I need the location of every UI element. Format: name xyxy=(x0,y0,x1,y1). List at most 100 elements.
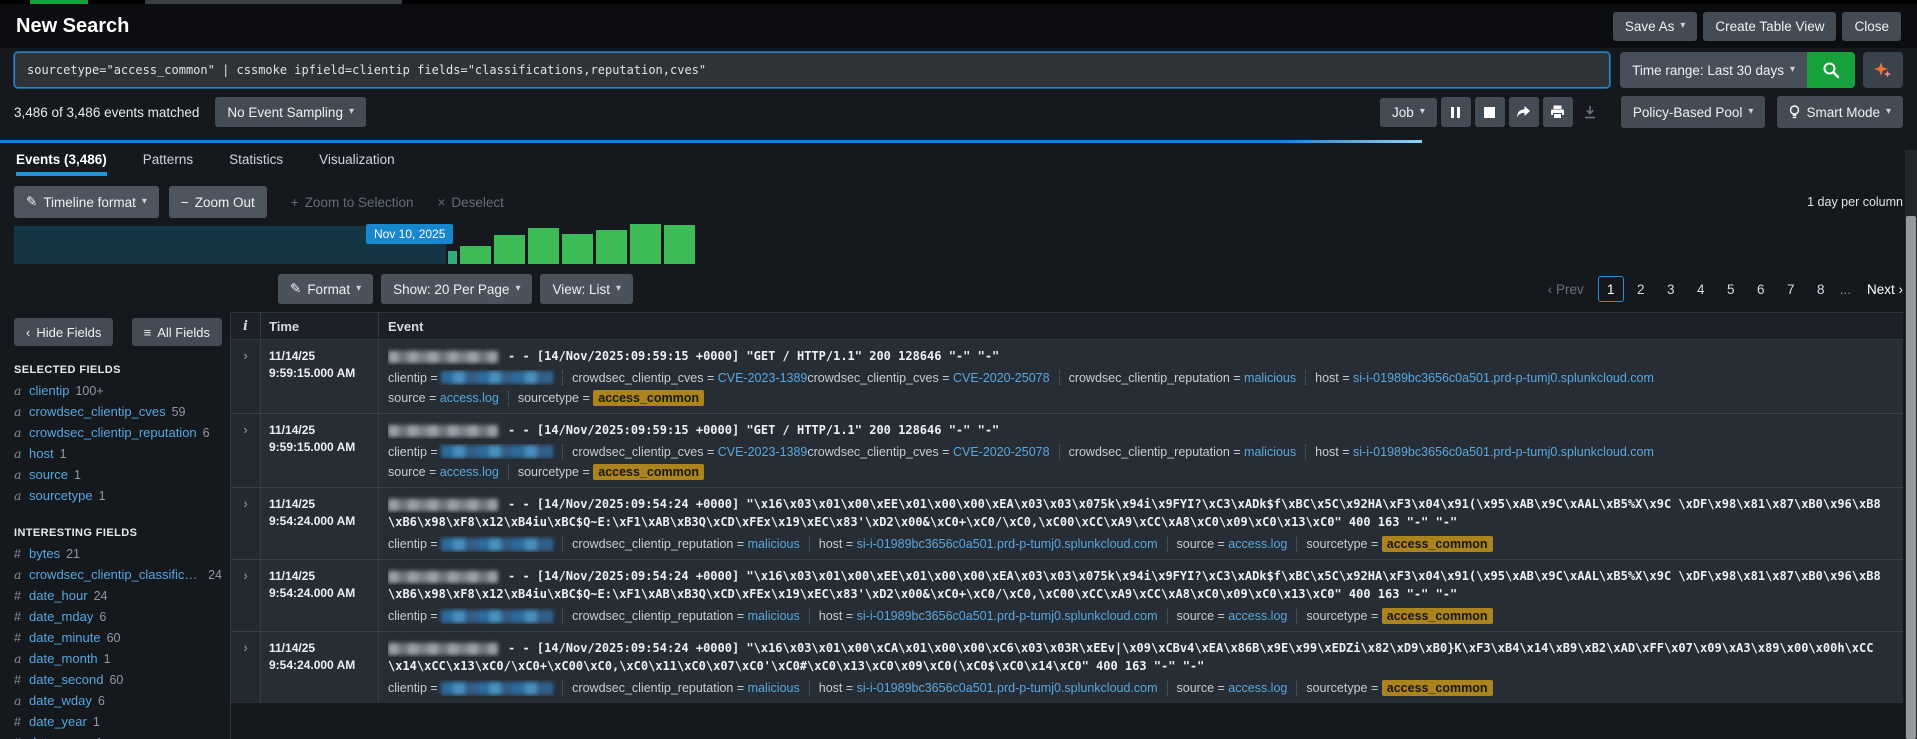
field-item-date_second[interactable]: #date_second60 xyxy=(14,672,222,693)
event-field-name[interactable]: source xyxy=(1177,609,1215,623)
pause-button[interactable] xyxy=(1441,97,1471,127)
search-input[interactable]: sourcetype="access_common" | cssmoke ipf… xyxy=(14,52,1610,88)
field-name[interactable]: source xyxy=(29,467,68,482)
field-item-date_year[interactable]: #date_year1 xyxy=(14,714,222,735)
event-field-value-link[interactable]: si-i-01989bc3656c0a501.prd-p-tumj0.splun… xyxy=(1353,371,1654,385)
event-field-value-link[interactable]: si-i-01989bc3656c0a501.prd-p-tumj0.splun… xyxy=(857,537,1158,551)
tab-visualization[interactable]: Visualization xyxy=(319,152,395,176)
event-field-name[interactable]: source xyxy=(1177,681,1215,695)
event-field-name[interactable]: host xyxy=(819,609,843,623)
field-name[interactable]: date_mday xyxy=(29,609,93,624)
run-search-button[interactable] xyxy=(1807,52,1855,88)
event-field-name[interactable]: source xyxy=(388,391,426,405)
event-field-name[interactable]: clientip xyxy=(388,537,427,551)
event-field-value-link[interactable]: CVE-2023-1389 xyxy=(718,371,808,385)
event-field-name[interactable]: source xyxy=(1177,537,1215,551)
field-name[interactable]: host xyxy=(29,446,54,461)
field-item-date_wday[interactable]: adate_wday6 xyxy=(14,693,222,714)
event-field-name[interactable]: clientip xyxy=(388,371,427,385)
event-field-name[interactable]: sourcetype xyxy=(1306,681,1367,695)
event-field-value-link[interactable]: si-i-01989bc3656c0a501.prd-p-tumj0.splun… xyxy=(857,609,1158,623)
event-field-name[interactable]: sourcetype xyxy=(518,465,579,479)
timeline-bar[interactable] xyxy=(528,228,559,264)
event-field-value-link[interactable]: malicious xyxy=(748,609,800,623)
expand-event-button[interactable]: › xyxy=(231,414,261,487)
event-field-value-link[interactable]: malicious xyxy=(1244,371,1296,385)
page-button-2[interactable]: 2 xyxy=(1628,276,1654,302)
all-fields-button[interactable]: ≡All Fields xyxy=(132,318,222,346)
field-item-clientip[interactable]: aclientip100+ xyxy=(14,383,222,404)
event-field-value-link[interactable]: access.log xyxy=(1228,537,1287,551)
deselect-button[interactable]: ×Deselect xyxy=(438,195,504,210)
field-item-crowdsec_clientip_cves[interactable]: acrowdsec_clientip_cves59 xyxy=(14,404,222,425)
page-button-3[interactable]: 3 xyxy=(1658,276,1684,302)
event-field-value-link[interactable]: si-i-01989bc3656c0a501.prd-p-tumj0.splun… xyxy=(857,681,1158,695)
event-field-value-link[interactable]: access.log xyxy=(440,465,499,479)
event-field-name[interactable]: crowdsec_clientip_cves xyxy=(807,371,938,385)
field-name[interactable]: sourcetype xyxy=(29,488,93,503)
event-raw-text[interactable]: - - [14/Nov/2025:09:59:15 +0000] "GET / … xyxy=(388,421,1895,439)
smart-mode-button[interactable]: Smart Mode▾ xyxy=(1777,96,1903,128)
page-button-5[interactable]: 5 xyxy=(1718,276,1744,302)
event-field-name[interactable]: host xyxy=(1315,371,1339,385)
expand-event-button[interactable]: › xyxy=(231,632,261,703)
field-item-date_minute[interactable]: #date_minute60 xyxy=(14,630,222,651)
event-field-value-link[interactable]: CVE-2020-25078 xyxy=(953,445,1050,459)
event-raw-text[interactable]: - - [14/Nov/2025:09:54:24 +0000] "\x16\x… xyxy=(388,495,1895,513)
field-name[interactable]: date_month xyxy=(29,651,98,666)
event-field-value-link[interactable]: malicious xyxy=(748,537,800,551)
event-field-value-link[interactable]: CVE-2023-1389 xyxy=(718,445,808,459)
hide-fields-button[interactable]: ‹Hide Fields xyxy=(14,318,113,346)
event-raw-text[interactable]: - - [14/Nov/2025:09:54:24 +0000] "\x16\x… xyxy=(388,639,1895,657)
field-name[interactable]: date_hour xyxy=(29,588,88,603)
timeline-bar[interactable] xyxy=(494,235,525,264)
event-field-name[interactable]: crowdsec_clientip_reputation xyxy=(1069,371,1230,385)
tab-statistics[interactable]: Statistics xyxy=(229,152,283,176)
zoom-to-selection-button[interactable]: +Zoom to Selection xyxy=(291,195,414,210)
event-field-value-badge[interactable]: access_common xyxy=(593,390,704,406)
timeline-bar[interactable] xyxy=(460,246,491,264)
event-raw-text[interactable]: \x14\xCC\x13\xC0/\xC0+\xC00\xC0,\xC0\x11… xyxy=(388,657,1895,675)
event-field-name[interactable]: sourcetype xyxy=(1306,609,1367,623)
field-name[interactable]: date_zone xyxy=(29,735,90,739)
timeline-format-button[interactable]: ✎Timeline format▾ xyxy=(14,186,159,218)
field-item-date_mday[interactable]: #date_mday6 xyxy=(14,609,222,630)
field-name[interactable]: date_wday xyxy=(29,693,92,708)
field-item-bytes[interactable]: #bytes21 xyxy=(14,546,222,567)
prev-page-button[interactable]: ‹ Prev xyxy=(1548,282,1584,297)
field-name[interactable]: crowdsec_clientip_reputation xyxy=(29,425,197,440)
event-field-name[interactable]: crowdsec_clientip_cves xyxy=(572,445,703,459)
field-name[interactable]: clientip xyxy=(29,383,69,398)
event-field-name[interactable]: crowdsec_clientip_reputation xyxy=(572,681,733,695)
timeline-bar[interactable] xyxy=(562,234,593,264)
time-range-picker[interactable]: Time range: Last 30 days▾ xyxy=(1620,52,1807,88)
event-field-value-link[interactable]: si-i-01989bc3656c0a501.prd-p-tumj0.splun… xyxy=(1353,445,1654,459)
save-as-button[interactable]: Save As▾ xyxy=(1613,12,1698,41)
tab-events[interactable]: Events (3,486) xyxy=(16,152,107,176)
field-item-date_hour[interactable]: #date_hour24 xyxy=(14,588,222,609)
event-field-name[interactable]: crowdsec_clientip_reputation xyxy=(572,609,733,623)
event-field-value-link[interactable]: CVE-2020-25078 xyxy=(953,371,1050,385)
event-field-name[interactable]: host xyxy=(1315,445,1339,459)
timeline-bar[interactable] xyxy=(630,224,661,264)
field-item-host[interactable]: ahost1 xyxy=(14,446,222,467)
stop-button[interactable] xyxy=(1475,97,1505,127)
expand-event-button[interactable]: › xyxy=(231,488,261,559)
field-item-sourcetype[interactable]: asourcetype1 xyxy=(14,488,222,509)
timeline-chart[interactable]: Nov 10, 2025 xyxy=(14,224,1903,264)
event-field-name[interactable]: clientip xyxy=(388,609,427,623)
event-field-name[interactable]: crowdsec_clientip_cves xyxy=(572,371,703,385)
tab-patterns[interactable]: Patterns xyxy=(143,152,193,176)
page-button-4[interactable]: 4 xyxy=(1688,276,1714,302)
event-field-name[interactable]: host xyxy=(819,537,843,551)
page-button-1[interactable]: 1 xyxy=(1598,276,1624,302)
event-field-value-badge[interactable]: access_common xyxy=(1382,608,1493,624)
event-field-name[interactable]: sourcetype xyxy=(1306,537,1367,551)
event-field-value-link[interactable]: access.log xyxy=(1228,609,1287,623)
event-field-name[interactable]: host xyxy=(819,681,843,695)
field-item-crowdsec_clientip_classifications[interactable]: acrowdsec_clientip_classifications24 xyxy=(14,567,222,588)
event-field-name[interactable]: sourcetype xyxy=(518,391,579,405)
field-name[interactable]: crowdsec_clientip_classifications xyxy=(29,567,202,582)
field-name[interactable]: date_year xyxy=(29,714,87,729)
field-item-date_month[interactable]: adate_month1 xyxy=(14,651,222,672)
